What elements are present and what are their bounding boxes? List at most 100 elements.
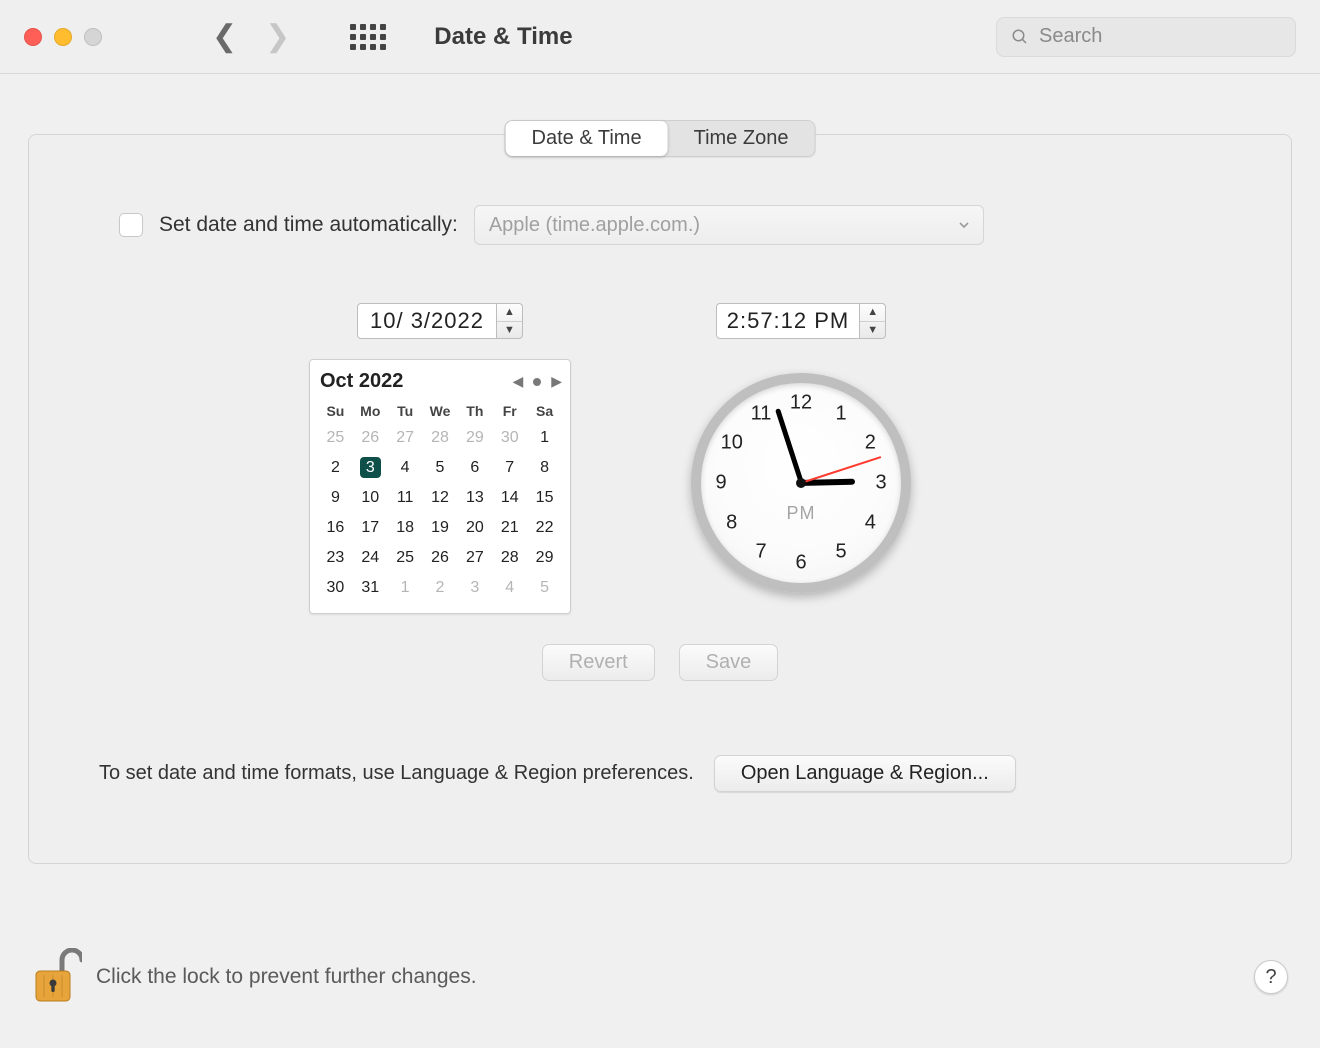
cal-day[interactable]: 23 <box>318 543 353 573</box>
clock-number: 8 <box>726 512 737 535</box>
clock-number: 2 <box>865 432 876 455</box>
cal-day[interactable]: 26 <box>423 543 458 573</box>
cal-day[interactable]: 25 <box>388 543 423 573</box>
tab-date-time[interactable]: Date & Time <box>506 121 668 156</box>
cal-day[interactable]: 2 <box>318 453 353 483</box>
clock-minute-hand <box>775 408 804 484</box>
clock-number: 11 <box>751 402 772 425</box>
cal-day[interactable]: 11 <box>388 483 423 513</box>
clock-number: 5 <box>835 541 846 564</box>
auto-row: Set date and time automatically: Apple (… <box>119 205 1231 245</box>
cal-day[interactable]: 15 <box>527 483 562 513</box>
cal-day[interactable]: 20 <box>457 513 492 543</box>
segmented-tabs: Date & Time Time Zone <box>505 120 816 157</box>
date-field[interactable]: 10/ 3/2022 <box>357 303 497 339</box>
cal-next-month[interactable]: ▶ <box>551 373 562 390</box>
cal-day[interactable]: 1 <box>388 573 423 603</box>
cal-day[interactable]: 13 <box>457 483 492 513</box>
cal-day[interactable]: 31 <box>353 573 388 603</box>
auto-checkbox[interactable] <box>119 213 143 237</box>
cal-dow: Su <box>318 399 353 423</box>
cal-dow: Th <box>457 399 492 423</box>
tab-time-zone[interactable]: Time Zone <box>668 121 815 156</box>
nav-arrows: ❮ ❯ <box>212 22 290 52</box>
cal-day[interactable]: 17 <box>353 513 388 543</box>
search-icon <box>1011 28 1029 46</box>
cal-today-button[interactable] <box>533 378 541 386</box>
date-stepper-buttons[interactable]: ▲ ▼ <box>497 303 523 339</box>
ntp-server-select[interactable]: Apple (time.apple.com.) <box>474 205 984 245</box>
time-field[interactable]: 2:57:12 PM <box>716 303 861 339</box>
cal-dow: Fr <box>492 399 527 423</box>
cal-dow: Tu <box>388 399 423 423</box>
help-button[interactable]: ? <box>1254 960 1288 994</box>
cal-day[interactable]: 30 <box>318 573 353 603</box>
cal-day[interactable]: 7 <box>492 453 527 483</box>
search-input[interactable]: Search <box>996 17 1296 57</box>
clock-number: 1 <box>835 402 846 425</box>
cal-day[interactable]: 4 <box>492 573 527 603</box>
cal-day[interactable]: 3 <box>353 453 388 483</box>
cal-day[interactable]: 3 <box>457 573 492 603</box>
cal-day[interactable]: 29 <box>527 543 562 573</box>
cal-day[interactable]: 10 <box>353 483 388 513</box>
button-row: Revert Save <box>89 644 1231 681</box>
lock-open-icon[interactable] <box>32 948 82 1006</box>
calendar: Oct 2022 ◀ ▶ SuMoTuWeThFrSa2526272829301… <box>309 359 571 614</box>
cal-day[interactable]: 8 <box>527 453 562 483</box>
cal-day[interactable]: 19 <box>423 513 458 543</box>
cal-day[interactable]: 6 <box>457 453 492 483</box>
cal-day[interactable]: 14 <box>492 483 527 513</box>
back-button[interactable]: ❮ <box>212 22 237 52</box>
revert-button[interactable]: Revert <box>542 644 655 681</box>
save-button[interactable]: Save <box>679 644 779 681</box>
cal-day[interactable]: 4 <box>388 453 423 483</box>
cal-day[interactable]: 2 <box>423 573 458 603</box>
window-controls <box>24 28 102 46</box>
grid-icon[interactable] <box>350 24 386 50</box>
date-step-down[interactable]: ▼ <box>497 322 522 339</box>
window-title: Date & Time <box>434 23 572 51</box>
toolbar: ❮ ❯ Date & Time Search <box>0 0 1320 74</box>
analog-clock: PM 121234567891011 <box>691 373 911 593</box>
cal-day[interactable]: 26 <box>353 423 388 453</box>
cal-day[interactable]: 5 <box>527 573 562 603</box>
clock-number: 4 <box>865 512 876 535</box>
cal-day[interactable]: 5 <box>423 453 458 483</box>
close-window-button[interactable] <box>24 28 42 46</box>
date-stepper[interactable]: 10/ 3/2022 ▲ ▼ <box>357 303 523 339</box>
cal-day[interactable]: 22 <box>527 513 562 543</box>
clock-ampm: PM <box>787 503 816 524</box>
time-step-down[interactable]: ▼ <box>860 322 885 339</box>
minimize-window-button[interactable] <box>54 28 72 46</box>
cal-day[interactable]: 12 <box>423 483 458 513</box>
language-region-text: To set date and time formats, use Langua… <box>99 762 694 785</box>
date-step-up[interactable]: ▲ <box>497 304 522 322</box>
main-panel: Set date and time automatically: Apple (… <box>28 134 1292 864</box>
cal-day[interactable]: 27 <box>388 423 423 453</box>
auto-label: Set date and time automatically: <box>159 213 458 237</box>
time-stepper-buttons[interactable]: ▲ ▼ <box>860 303 886 339</box>
cal-day[interactable]: 29 <box>457 423 492 453</box>
time-stepper[interactable]: 2:57:12 PM ▲ ▼ <box>716 303 887 339</box>
clock-number: 9 <box>715 472 726 495</box>
cal-day[interactable]: 16 <box>318 513 353 543</box>
cal-day[interactable]: 21 <box>492 513 527 543</box>
calendar-title: Oct 2022 <box>320 370 403 393</box>
time-step-up[interactable]: ▲ <box>860 304 885 322</box>
clock-number: 3 <box>875 472 886 495</box>
cal-day[interactable]: 1 <box>527 423 562 453</box>
cal-day[interactable]: 18 <box>388 513 423 543</box>
forward-button: ❯ <box>265 22 290 52</box>
cal-day[interactable]: 30 <box>492 423 527 453</box>
cal-day[interactable]: 28 <box>492 543 527 573</box>
cal-day[interactable]: 27 <box>457 543 492 573</box>
open-language-region-button[interactable]: Open Language & Region... <box>714 755 1016 792</box>
zoom-window-button[interactable] <box>84 28 102 46</box>
cal-prev-month[interactable]: ◀ <box>512 373 523 390</box>
cal-day[interactable]: 24 <box>353 543 388 573</box>
cal-day[interactable]: 25 <box>318 423 353 453</box>
cal-day[interactable]: 9 <box>318 483 353 513</box>
cal-day[interactable]: 28 <box>423 423 458 453</box>
search-wrap: Search <box>996 17 1296 57</box>
